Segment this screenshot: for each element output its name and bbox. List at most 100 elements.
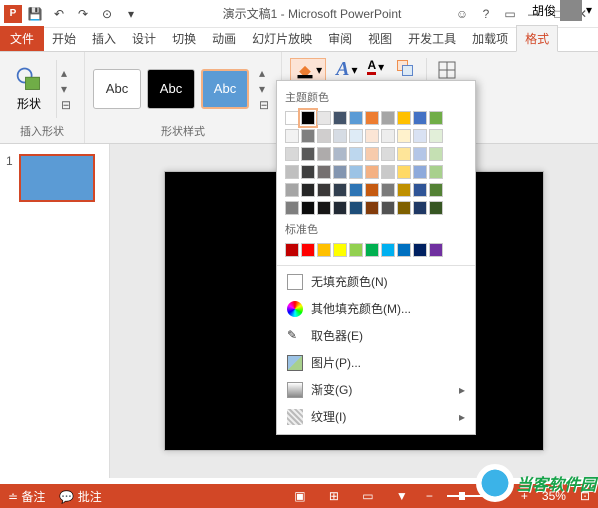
color-swatch[interactable] — [349, 165, 363, 179]
shapes-gallery[interactable]: ▴ ▾ ⊟ — [56, 60, 76, 118]
color-swatch[interactable] — [317, 129, 331, 143]
color-swatch[interactable] — [413, 201, 427, 215]
help-icon[interactable]: ? — [476, 7, 496, 21]
shape-fill-button[interactable]: ▾ — [290, 58, 326, 82]
more-colors-item[interactable]: 其他填充颜色(M)... — [277, 295, 475, 322]
color-swatch[interactable] — [349, 111, 363, 125]
wordart-button[interactable]: A▾ — [336, 58, 357, 81]
color-swatch[interactable] — [301, 243, 315, 257]
color-swatch[interactable] — [301, 147, 315, 161]
color-swatch[interactable] — [285, 147, 299, 161]
color-swatch[interactable] — [429, 147, 443, 161]
user-area[interactable]: 胡俊 ▾ — [532, 0, 592, 21]
picture-item[interactable]: 图片(P)... — [277, 349, 475, 376]
tab-addins[interactable]: 加载项 — [464, 26, 516, 51]
comments-button[interactable]: 💬 批注 — [59, 488, 101, 505]
styles-gallery-more[interactable]: ▴ ▾ ⊟ — [255, 66, 273, 112]
color-swatch[interactable] — [285, 165, 299, 179]
no-fill-item[interactable]: 无填充颜色(N) — [277, 268, 475, 295]
ribbon-options-icon[interactable]: ▭ — [500, 7, 520, 21]
color-swatch[interactable] — [413, 243, 427, 257]
tab-animation[interactable]: 动画 — [204, 26, 244, 51]
color-swatch[interactable] — [317, 111, 331, 125]
color-swatch[interactable] — [381, 243, 395, 257]
color-swatch[interactable] — [333, 165, 347, 179]
color-swatch[interactable] — [333, 129, 347, 143]
color-swatch[interactable] — [429, 165, 443, 179]
arrange-button[interactable] — [394, 58, 416, 81]
color-swatch[interactable] — [317, 243, 331, 257]
style-preset-2[interactable]: Abc — [147, 69, 195, 109]
text-fill-button[interactable]: A▾ — [367, 58, 384, 75]
tab-developer[interactable]: 开发工具 — [400, 26, 464, 51]
save-icon[interactable]: 💾 — [24, 3, 46, 25]
color-swatch[interactable] — [333, 183, 347, 197]
color-swatch[interactable] — [349, 183, 363, 197]
gallery-more-icon[interactable]: ⊟ — [61, 98, 76, 112]
color-swatch[interactable] — [397, 183, 411, 197]
tab-slideshow[interactable]: 幻灯片放映 — [244, 26, 320, 51]
color-swatch[interactable] — [349, 201, 363, 215]
normal-view-icon[interactable]: ▣ — [290, 488, 310, 504]
gallery-up-icon[interactable]: ▴ — [259, 66, 269, 80]
color-swatch[interactable] — [397, 243, 411, 257]
notes-button[interactable]: ≐ 备注 — [8, 488, 45, 505]
tab-transition[interactable]: 切换 — [164, 26, 204, 51]
color-swatch[interactable] — [349, 147, 363, 161]
qat-more-icon[interactable]: ▾ — [120, 3, 142, 25]
color-swatch[interactable] — [285, 111, 299, 125]
color-swatch[interactable] — [397, 165, 411, 179]
sorter-view-icon[interactable]: ⊞ — [324, 488, 344, 504]
color-swatch[interactable] — [301, 129, 315, 143]
color-swatch[interactable] — [429, 111, 443, 125]
color-swatch[interactable] — [381, 111, 395, 125]
color-swatch[interactable] — [317, 147, 331, 161]
color-swatch[interactable] — [429, 129, 443, 143]
color-swatch[interactable] — [333, 147, 347, 161]
gradient-item[interactable]: 渐变(G)▸ — [277, 376, 475, 403]
color-swatch[interactable] — [365, 111, 379, 125]
tab-design[interactable]: 设计 — [124, 26, 164, 51]
color-swatch[interactable] — [429, 201, 443, 215]
color-swatch[interactable] — [349, 129, 363, 143]
color-swatch[interactable] — [301, 183, 315, 197]
style-preset-3[interactable]: Abc — [201, 69, 249, 109]
color-swatch[interactable] — [365, 243, 379, 257]
color-swatch[interactable] — [413, 147, 427, 161]
color-swatch[interactable] — [381, 129, 395, 143]
color-swatch[interactable] — [333, 111, 347, 125]
slide-thumb-1[interactable]: 1 — [6, 154, 103, 202]
color-swatch[interactable] — [285, 201, 299, 215]
color-swatch[interactable] — [413, 183, 427, 197]
gallery-down-icon[interactable]: ▾ — [61, 82, 76, 96]
style-preset-1[interactable]: Abc — [93, 69, 141, 109]
color-swatch[interactable] — [365, 165, 379, 179]
slideshow-view-icon[interactable]: ▼ — [392, 488, 412, 504]
gallery-more-icon[interactable]: ⊟ — [259, 98, 269, 112]
color-swatch[interactable] — [365, 129, 379, 143]
color-swatch[interactable] — [285, 129, 299, 143]
eyedropper-item[interactable]: ✎取色器(E) — [277, 322, 475, 349]
color-swatch[interactable] — [365, 147, 379, 161]
tab-format[interactable]: 格式 — [516, 25, 558, 52]
color-swatch[interactable] — [397, 147, 411, 161]
color-swatch[interactable] — [381, 183, 395, 197]
color-swatch[interactable] — [413, 165, 427, 179]
gallery-down-icon[interactable]: ▾ — [259, 82, 269, 96]
color-swatch[interactable] — [397, 111, 411, 125]
color-swatch[interactable] — [317, 201, 331, 215]
user-dropdown-icon[interactable]: ▾ — [586, 3, 592, 17]
color-swatch[interactable] — [285, 243, 299, 257]
gallery-up-icon[interactable]: ▴ — [61, 66, 76, 80]
color-swatch[interactable] — [333, 243, 347, 257]
color-swatch[interactable] — [301, 165, 315, 179]
reading-view-icon[interactable]: ▭ — [358, 488, 378, 504]
color-swatch[interactable] — [413, 111, 427, 125]
color-swatch[interactable] — [317, 165, 331, 179]
color-swatch[interactable] — [365, 183, 379, 197]
color-swatch[interactable] — [429, 243, 443, 257]
color-swatch[interactable] — [301, 201, 315, 215]
tab-home[interactable]: 开始 — [44, 26, 84, 51]
color-swatch[interactable] — [381, 201, 395, 215]
face-icon[interactable]: ☺ — [452, 7, 472, 21]
